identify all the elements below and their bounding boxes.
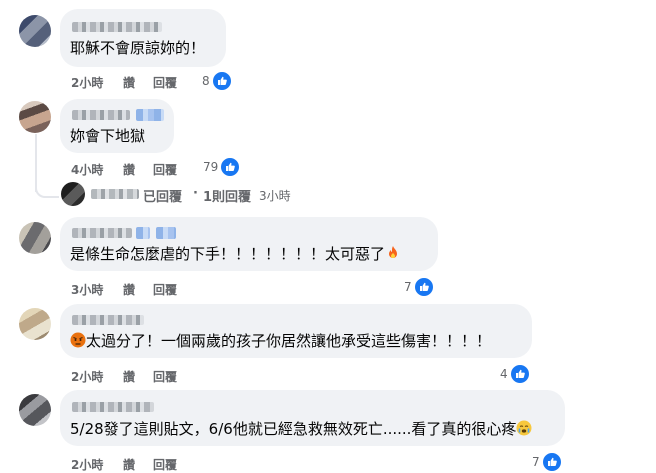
comment-bubble: 是條生命怎麼虐的下手！！！！！！！太可惡了 [60, 217, 438, 271]
like-icon [413, 277, 434, 297]
comment-bubble: 耶穌不會原諒妳的！ [60, 9, 226, 67]
comment-1: 耶穌不會原諒妳的！ 2小時 讚 回覆 8 [0, 0, 656, 95]
avatar[interactable] [19, 101, 51, 133]
like-link[interactable]: 讚 [123, 281, 135, 298]
like-link[interactable]: 讚 [123, 456, 135, 473]
avatar[interactable] [19, 222, 51, 254]
like-link[interactable]: 讚 [123, 74, 135, 91]
replied-label: 已回覆 [143, 190, 183, 205]
comment-time[interactable]: 2小時 [71, 368, 103, 385]
comment-time[interactable]: 2小時 [71, 74, 103, 91]
reply-time: 3小時 [259, 189, 291, 203]
avatar[interactable] [19, 15, 51, 47]
comment-text: 是條生命怎麼虐的下手！！！！！！！太可惡了 [70, 244, 401, 264]
reply-link[interactable]: 回覆 [153, 368, 177, 385]
thread-connector [35, 176, 59, 198]
like-link[interactable]: 讚 [123, 368, 135, 385]
reaction-count[interactable]: 8 [202, 71, 232, 91]
name-badge [136, 109, 164, 121]
like-count: 4 [500, 367, 508, 381]
like-count: 7 [532, 455, 540, 469]
comment-time[interactable]: 3小時 [71, 281, 103, 298]
commenter-name[interactable] [72, 110, 130, 120]
avatar[interactable] [19, 394, 51, 426]
reply-link[interactable]: 回覆 [153, 281, 177, 298]
reply-avatar [61, 182, 85, 206]
comment-3: 是條生命怎麼虐的下手！！！！！！！太可惡了 3小時 讚 回覆 7 [0, 213, 656, 303]
like-link[interactable]: 讚 [123, 161, 135, 178]
comment-5: 5/28發了這則貼文，6/6他就已經急救無效死亡......看了真的很心疼 2小… [0, 386, 656, 473]
name-badge [156, 227, 176, 239]
comment-text: 妳會下地獄 [70, 127, 146, 145]
like-icon [509, 364, 530, 384]
reply-count: 1則回覆 [203, 190, 252, 205]
comment-bubble: 太過分了！一個兩歲的孩子你居然讓他承受這些傷害！！！！ [60, 304, 532, 358]
name-badge [136, 227, 150, 239]
like-count: 8 [202, 74, 210, 88]
like-icon [220, 157, 241, 177]
commenter-name[interactable] [72, 402, 154, 412]
commenter-name[interactable] [72, 228, 132, 238]
crying-emoji [516, 420, 532, 436]
reply-link[interactable]: 回覆 [153, 74, 177, 91]
comment-text: 太過分了！一個兩歲的孩子你居然讓他承受這些傷害！！！！ [70, 331, 491, 351]
comment-time[interactable]: 4小時 [71, 161, 103, 178]
reaction-count[interactable]: 4 [500, 364, 530, 384]
comment-bubble: 妳會下地獄 [60, 99, 174, 153]
comment-text: 5/28發了這則貼文，6/6他就已經急救無效死亡......看了真的很心疼 [70, 419, 532, 439]
comment-4: 太過分了！一個兩歲的孩子你居然讓他承受這些傷害！！！！ 2小時 讚 回覆 4 [0, 300, 656, 385]
comment-text: 耶穌不會原諒妳的！ [70, 39, 206, 57]
comment-2: 妳會下地獄 4小時 讚 回覆 79 [0, 95, 656, 180]
reply-link[interactable]: 回覆 [153, 456, 177, 473]
like-icon [541, 452, 562, 472]
comment-time[interactable]: 2小時 [71, 456, 103, 473]
like-icon [211, 71, 232, 91]
fire-emoji [385, 245, 401, 261]
commenter-name[interactable] [72, 315, 144, 325]
reply-link[interactable]: 回覆 [153, 161, 177, 178]
separator: · [193, 186, 198, 201]
comment-text-body: 太過分了！一個兩歲的孩子你居然讓他承受這些傷害！！！！ [86, 332, 492, 350]
commenter-name[interactable] [72, 22, 162, 32]
reaction-count[interactable]: 7 [532, 452, 562, 472]
like-count: 79 [203, 160, 219, 174]
reaction-count[interactable]: 79 [203, 157, 241, 177]
replier-name [91, 189, 139, 199]
angry-emoji [70, 332, 86, 348]
avatar[interactable] [19, 308, 51, 340]
comment-text-body: 是條生命怎麼虐的下手！！！！！！！太可惡了 [70, 245, 386, 263]
reaction-count[interactable]: 7 [404, 277, 434, 297]
comment-bubble: 5/28發了這則貼文，6/6他就已經急救無效死亡......看了真的很心疼 [60, 390, 565, 446]
comment-text-body: 5/28發了這則貼文，6/6他就已經急救無效死亡......看了真的很心疼 [70, 420, 517, 438]
like-count: 7 [404, 280, 412, 294]
